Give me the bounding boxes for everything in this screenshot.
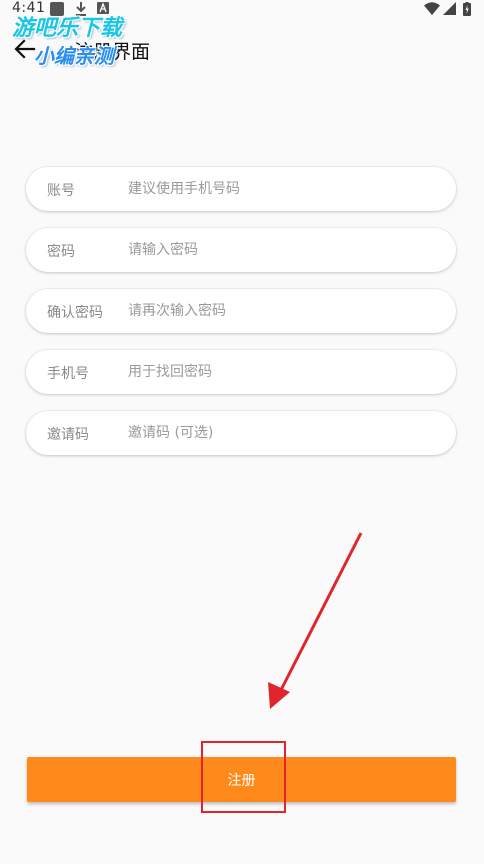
account-label: 账号 bbox=[47, 183, 75, 199]
annotation-arrowhead bbox=[268, 682, 290, 709]
status-bar: 4:41 bbox=[0, 0, 484, 18]
status-time: 4:41 bbox=[12, 0, 46, 16]
signal-icon bbox=[443, 2, 456, 15]
password-label: 密码 bbox=[47, 244, 75, 260]
confirm-password-input[interactable] bbox=[128, 295, 428, 327]
account-input[interactable] bbox=[128, 173, 428, 205]
gallery-icon bbox=[50, 2, 64, 16]
download-icon bbox=[76, 2, 86, 16]
confirm-password-label: 确认密码 bbox=[47, 305, 103, 321]
confirm-password-field[interactable]: 确认密码 bbox=[26, 289, 456, 333]
phone-input[interactable] bbox=[128, 356, 428, 388]
back-arrow-icon[interactable] bbox=[12, 36, 38, 62]
a-icon bbox=[97, 2, 109, 14]
account-field[interactable]: 账号 bbox=[26, 167, 456, 211]
phone-field[interactable]: 手机号 bbox=[26, 350, 456, 394]
invite-code-label: 邀请码 bbox=[47, 427, 89, 443]
wifi-icon bbox=[424, 2, 440, 15]
invite-code-field[interactable]: 邀请码 bbox=[26, 411, 456, 455]
invite-code-input[interactable] bbox=[128, 417, 428, 449]
phone-label: 手机号 bbox=[47, 366, 89, 382]
password-field[interactable]: 密码 bbox=[26, 228, 456, 272]
battery-icon bbox=[463, 2, 471, 16]
password-input[interactable] bbox=[128, 234, 428, 266]
register-button[interactable]: 注册 bbox=[27, 757, 456, 802]
page-title: 注册界面 bbox=[74, 41, 151, 63]
annotation-arrow-line bbox=[279, 532, 363, 691]
